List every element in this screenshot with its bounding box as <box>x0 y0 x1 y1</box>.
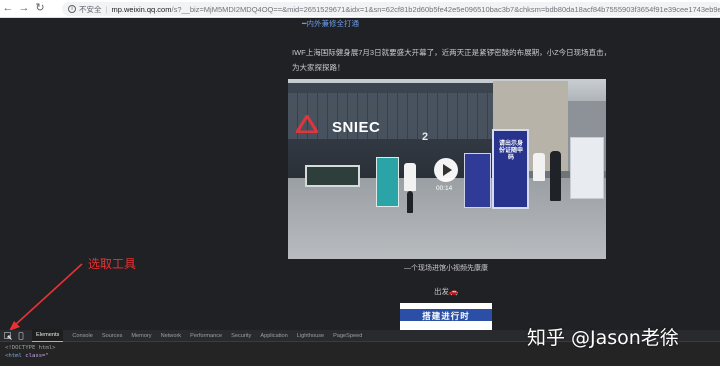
url-host: mp.weixin.qq.com <box>111 4 172 14</box>
dom-html-node[interactable]: <html class=" <box>5 353 49 359</box>
address-separator: | <box>105 4 108 14</box>
video-kiosk <box>376 157 399 207</box>
annotation-label: 选取工具 <box>88 257 137 271</box>
video-caption: —个现场进馆小视频先康康 <box>404 265 488 272</box>
video-banner: 请出示身份证随申码 <box>492 129 529 209</box>
info-icon[interactable]: i <box>68 5 76 13</box>
reload-icon[interactable]: ↻ <box>32 0 48 18</box>
video-duration: 00:14 <box>436 185 453 192</box>
browser-toolbar: ← → ↻ i 不安全 | mp.weixin.qq.com /s?__biz=… <box>0 0 720 18</box>
tab-console[interactable]: Console <box>72 330 93 342</box>
watermark: 知乎 @Jason老徐 <box>527 327 679 349</box>
video-person <box>533 153 545 181</box>
video-banner-small <box>464 153 491 208</box>
video-info-board <box>305 165 360 187</box>
video-banner-white <box>570 137 604 199</box>
tab-network[interactable]: Network <box>161 330 182 342</box>
article-content: ━内外兼修全打通 IWF上海国际健身展7月3日就要盛大开幕了，近两天正是紧锣密鼓… <box>0 18 720 330</box>
video-glass-facade <box>288 93 493 139</box>
dom-html-tag: <html <box>5 353 22 359</box>
tab-sources[interactable]: Sources <box>102 330 123 342</box>
address-bar[interactable]: i 不安全 | mp.weixin.qq.com /s?__biz=MjM5MD… <box>62 2 720 16</box>
video-player[interactable]: SNIEC 2 请出示身份证随申码 00:14 <box>288 79 606 259</box>
dom-doctype[interactable]: <!DOCTYPE html> <box>5 345 56 351</box>
video-person <box>404 163 416 191</box>
forward-icon[interactable]: → <box>16 0 32 18</box>
video-person-legs <box>407 191 413 213</box>
dom-html-attr: class=" <box>25 353 49 359</box>
tab-lighthouse[interactable]: Lighthouse <box>297 330 324 342</box>
depart-text: 出发🚗 <box>434 287 459 296</box>
device-toolbar-icon[interactable] <box>16 331 26 341</box>
security-label: 不安全 <box>79 4 102 14</box>
tab-pagespeed[interactable]: PageSpeed <box>333 330 362 342</box>
url-path: /s?__biz=MjM5MDI2MDQ4OQ==&mid=2651529671… <box>171 4 720 14</box>
play-icon[interactable] <box>434 158 458 182</box>
tab-elements[interactable]: Elements <box>32 329 64 342</box>
video-banner-text: 请出示身份证随申码 <box>498 141 523 161</box>
preview-text: 搭建进行时 <box>422 311 470 321</box>
article-link[interactable]: ━内外兼修全打通 <box>302 18 359 29</box>
video-logo-text: SNIEC <box>332 119 381 136</box>
image-preview: 搭建进行时 <box>400 303 492 330</box>
tab-security[interactable]: Security <box>231 330 251 342</box>
inspect-element-icon[interactable] <box>3 331 13 341</box>
back-icon[interactable]: ← <box>0 0 16 18</box>
tab-application[interactable]: Application <box>260 330 287 342</box>
sniec-logo-icon <box>296 115 318 133</box>
tab-performance[interactable]: Performance <box>190 330 222 342</box>
video-person <box>550 151 561 201</box>
article-paragraph: IWF上海国际健身展7月3日就要盛大开幕了，近两天正是紧锣密鼓的布展期，小Z今日… <box>292 48 612 72</box>
video-hall-text: 2 <box>422 131 429 143</box>
tab-memory[interactable]: Memory <box>131 330 151 342</box>
screenshot: ← → ↻ i 不安全 | mp.weixin.qq.com /s?__biz=… <box>0 0 720 366</box>
